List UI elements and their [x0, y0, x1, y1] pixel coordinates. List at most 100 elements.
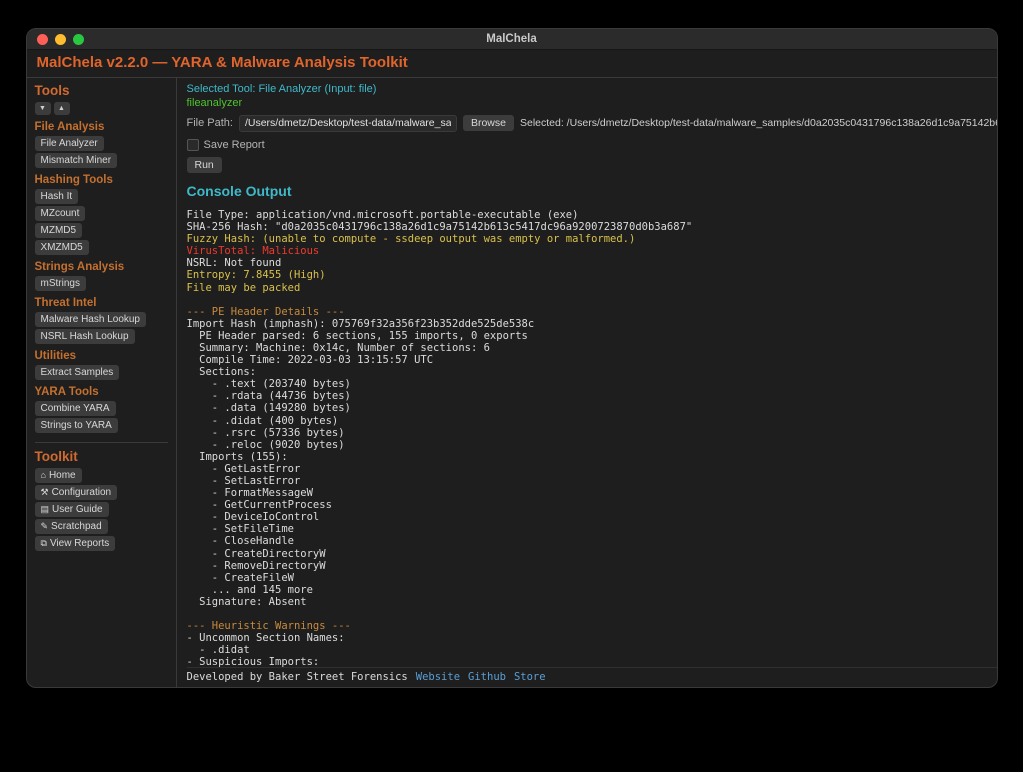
footer: Developed by Baker Street Forensics Webs…	[187, 667, 997, 687]
console-line: File Type: application/vnd.microsoft.por…	[187, 209, 997, 221]
console-line: - SetFileTime	[187, 523, 997, 535]
file-path-input[interactable]	[239, 115, 457, 132]
window-title: MalChela	[486, 33, 537, 45]
sidebar-sections: File Analysis File Analyzer Mismatch Miner…	[35, 121, 168, 433]
console-line: - .didat	[187, 644, 997, 656]
sidebar-item-mstrings[interactable]: mStrings	[35, 276, 86, 291]
sidebar-item-hash-it[interactable]: Hash It	[35, 189, 79, 204]
tool-id-label: fileanalyzer	[187, 97, 997, 109]
console-line: - .didat (400 bytes)	[187, 415, 997, 427]
main-row: Tools ▼ ▲ File Analysis File Analyzer Mism…	[27, 78, 997, 687]
console-line: Import Hash (imphash): 075769f32a356f23b…	[187, 318, 997, 330]
sidebar-item-combine-yara[interactable]: Combine YARA	[35, 401, 116, 416]
save-report-label: Save Report	[204, 139, 265, 151]
console-line: Sections:	[187, 366, 997, 378]
view-reports-icon: ⧉	[41, 538, 47, 548]
sidebar-item-extract-samples[interactable]: Extract Samples	[35, 365, 120, 380]
toolkit-title: Toolkit	[35, 449, 168, 464]
console-line: - SetLastError	[187, 475, 997, 487]
console-line: - GetLastError	[187, 463, 997, 475]
sidebar-section-utilities: Utilities	[35, 350, 168, 362]
console-output[interactable]: File Type: application/vnd.microsoft.por…	[187, 209, 997, 667]
console-line: - DeviceIoControl	[187, 511, 997, 523]
file-path-label: File Path:	[187, 117, 233, 129]
console-line: ... and 145 more	[187, 584, 997, 596]
sidebar-section-threat-intel: Threat Intel	[35, 297, 168, 309]
expand-all-button[interactable]: ▲	[54, 102, 70, 115]
sidebar-item-xmzmd5[interactable]: XMZMD5	[35, 240, 89, 255]
sidebar-divider	[35, 442, 168, 443]
console-line: Summary: Machine: 0x14c, Number of secti…	[187, 342, 997, 354]
console-line: - CreateFileW	[187, 572, 997, 584]
console-line	[187, 608, 997, 620]
console-line: - Uncommon Section Names:	[187, 632, 997, 644]
console-line: - RemoveDirectoryW	[187, 560, 997, 572]
footer-credit: Developed by Baker Street Forensics	[187, 671, 408, 683]
footer-link-store[interactable]: Store	[514, 671, 546, 683]
console-output-title: Console Output	[187, 183, 997, 199]
toolkit-item-view-reports[interactable]: ⧉View Reports	[35, 536, 116, 551]
console-line: - CreateDirectoryW	[187, 548, 997, 560]
sidebar-section-hashing-tools: Hashing Tools	[35, 174, 168, 186]
sidebar-item-mzcount[interactable]: MZcount	[35, 206, 86, 221]
console-line: Compile Time: 2022-03-03 13:15:57 UTC	[187, 354, 997, 366]
sidebar-item-file-analyzer[interactable]: File Analyzer	[35, 136, 104, 151]
selected-path-text: Selected: /Users/dmetz/Desktop/test-data…	[520, 117, 997, 129]
sidebar-item-strings-to-yara[interactable]: Strings to YARA	[35, 418, 118, 433]
toolkit-item-user-guide[interactable]: ▤User Guide	[35, 502, 109, 517]
toolkit-item-home[interactable]: ⌂Home	[35, 468, 82, 483]
browse-button[interactable]: Browse	[463, 115, 514, 131]
app-window: MalChela MalChela v2.2.0 — YARA & Malwar…	[26, 28, 998, 688]
footer-link-github[interactable]: Github	[468, 671, 506, 683]
console-line: --- Heuristic Warnings ---	[187, 620, 997, 632]
sidebar-item-malware-hash-lookup[interactable]: Malware Hash Lookup	[35, 312, 147, 327]
home-icon: ⌂	[41, 470, 46, 480]
sidebar: Tools ▼ ▲ File Analysis File Analyzer Mism…	[27, 78, 177, 687]
collapse-all-button[interactable]: ▼	[35, 102, 51, 115]
sidebar-title: Tools	[35, 83, 168, 98]
console-line: Fuzzy Hash: (unable to compute - ssdeep …	[187, 233, 997, 245]
console-line: - .rdata (44736 bytes)	[187, 390, 997, 402]
console-line: VirusTotal: Malicious	[187, 245, 997, 257]
console-line	[187, 294, 997, 306]
collapse-controls: ▼ ▲	[35, 102, 168, 115]
console-line: - .rsrc (57336 bytes)	[187, 427, 997, 439]
console-line: - .reloc (9020 bytes)	[187, 439, 997, 451]
toolkit-item-configuration[interactable]: ⚒Configuration	[35, 485, 118, 500]
main-content: Selected Tool: File Analyzer (Input: fil…	[177, 78, 997, 687]
console-line: Imports (155):	[187, 451, 997, 463]
toolkit-items: ⌂Home ⚒Configuration ▤User Guide ✎Scratchpa…	[35, 468, 168, 551]
console-line: - CloseHandle	[187, 535, 997, 547]
traffic-lights	[37, 29, 84, 49]
save-report-checkbox[interactable]	[187, 139, 199, 151]
app-header: MalChela v2.2.0 — YARA & Malware Analysi…	[27, 50, 997, 78]
zoom-button[interactable]	[73, 34, 84, 45]
titlebar: MalChela	[27, 29, 997, 50]
console-line: --- PE Header Details ---	[187, 306, 997, 318]
sidebar-section-file-analysis: File Analysis	[35, 121, 168, 133]
selected-tool-label: Selected Tool: File Analyzer (Input: fil…	[187, 83, 997, 95]
sidebar-item-mismatch-miner[interactable]: Mismatch Miner	[35, 153, 118, 168]
configuration-icon: ⚒	[41, 487, 49, 497]
user-guide-icon: ▤	[41, 504, 50, 514]
console-line: Signature: Absent	[187, 596, 997, 608]
file-path-row: File Path: Browse Selected: /Users/dmetz…	[187, 115, 997, 132]
footer-link-website[interactable]: Website	[416, 671, 460, 683]
toolkit-item-scratchpad[interactable]: ✎Scratchpad	[35, 519, 108, 534]
run-button[interactable]: Run	[187, 157, 222, 173]
console-line: - FormatMessageW	[187, 487, 997, 499]
minimize-button[interactable]	[55, 34, 66, 45]
scratchpad-icon: ✎	[41, 521, 49, 531]
console-line: Entropy: 7.8455 (High)	[187, 269, 997, 281]
console-line: - Suspicious Imports:	[187, 656, 997, 667]
console-line: - GetCurrentProcess	[187, 499, 997, 511]
sidebar-section-strings-analysis: Strings Analysis	[35, 261, 168, 273]
console-line: - .data (149280 bytes)	[187, 402, 997, 414]
sidebar-item-mzmd5[interactable]: MZMD5	[35, 223, 83, 238]
sidebar-item-nsrl-hash-lookup[interactable]: NSRL Hash Lookup	[35, 329, 135, 344]
console-line: PE Header parsed: 6 sections, 155 import…	[187, 330, 997, 342]
close-button[interactable]	[37, 34, 48, 45]
console-line: File may be packed	[187, 282, 997, 294]
app-title: MalChela v2.2.0 — YARA & Malware Analysi…	[37, 54, 408, 71]
console-line: NSRL: Not found	[187, 257, 997, 269]
